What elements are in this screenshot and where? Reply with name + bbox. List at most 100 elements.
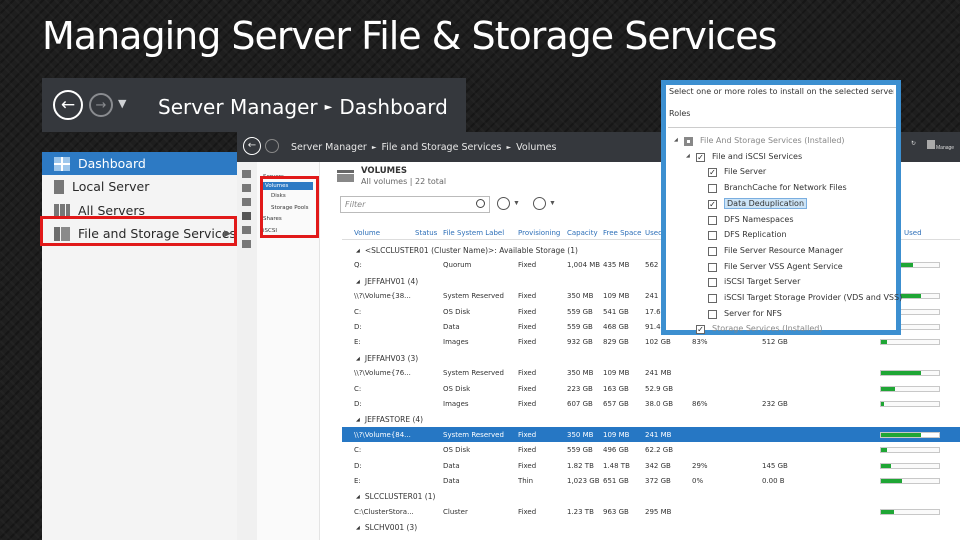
highlight-file-storage [40, 216, 237, 246]
manage-menu[interactable]: Manage [936, 145, 954, 151]
group-options-icon[interactable] [533, 197, 546, 210]
role-item[interactable]: iSCSI Target Server [668, 275, 896, 290]
breadcrumb-item[interactable]: Volumes [516, 142, 556, 153]
table-row[interactable]: \\?\Volume{84... System Reserved Fixed 350 … [342, 426, 960, 442]
role-item[interactable]: DFS Replication [668, 228, 896, 243]
usage-bar [880, 431, 940, 438]
role-item[interactable]: Server for NFS [668, 307, 896, 322]
breadcrumb-separator-icon: ► [506, 144, 512, 151]
role-label: File and iSCSI Services [712, 151, 803, 161]
role-checkbox[interactable] [708, 246, 717, 256]
usage-bar-fill [881, 479, 902, 483]
role-checkbox[interactable] [708, 215, 717, 225]
table-row[interactable]: C: OS Disk Fixed 223 GB 163 GB 52.9 GB [342, 381, 960, 396]
filter-options-icon[interactable] [497, 197, 510, 210]
cell-used: 241 MB [645, 430, 672, 439]
servers-icon[interactable] [242, 198, 251, 206]
nav-item-dashboard[interactable]: Dashboard [42, 152, 237, 175]
role-item[interactable]: ◢ File And Storage Services (Installed) [668, 134, 896, 149]
table-group-header[interactable]: SLCCLUSTER01 (1) [342, 488, 960, 503]
dashboard-icon[interactable] [242, 170, 251, 178]
cell-free: 109 MB [603, 430, 630, 439]
cell-free: 829 GB [603, 338, 629, 347]
cell-capacity: 350 MB [567, 369, 594, 378]
column-header[interactable]: File System Label [443, 229, 504, 237]
role-checkbox[interactable] [708, 231, 717, 241]
breadcrumb-item[interactable]: Dashboard [339, 95, 448, 119]
role-checkbox[interactable]: ✓ [708, 199, 717, 209]
role-icon[interactable] [242, 226, 251, 234]
role-checkbox[interactable] [684, 137, 693, 146]
expand-icon[interactable]: ◢ [674, 137, 678, 143]
cell-free: 963 GB [603, 507, 629, 516]
role-checkbox[interactable]: ✓ [696, 152, 705, 162]
cell-prov: Fixed [518, 507, 537, 516]
search-icon[interactable] [476, 199, 485, 208]
role-checkbox[interactable] [708, 262, 717, 272]
role-checkbox[interactable]: ✓ [708, 168, 717, 178]
column-header[interactable]: Free Space [603, 229, 641, 237]
server-icon[interactable] [242, 184, 251, 192]
chevron-down-icon[interactable]: ▼ [549, 200, 556, 207]
forward-arrow-icon[interactable] [265, 139, 279, 153]
table-row[interactable]: D: Images Fixed 607 GB 657 GB 38.0 GB 86% 232 G… [342, 396, 960, 411]
refresh-icon[interactable]: ↻ [911, 140, 916, 147]
cell-free: 468 GB [603, 323, 629, 331]
role-checkbox[interactable] [708, 309, 717, 319]
column-header[interactable]: Status [415, 229, 437, 237]
cell-used: 17.6 [645, 307, 661, 316]
cell-volume: D: [354, 400, 362, 408]
table-group-header[interactable]: JEFFAHV03 (3) [342, 350, 960, 365]
history-dropdown-icon[interactable]: ▼ [118, 97, 126, 110]
back-arrow-icon[interactable]: ← [53, 90, 83, 120]
nav-item-local-server[interactable]: Local Server [42, 175, 237, 198]
file-storage-icon[interactable] [242, 212, 251, 220]
role-checkbox[interactable] [708, 294, 717, 303]
column-header[interactable]: Provisioning [518, 229, 560, 237]
cell-free: 109 MB [603, 292, 630, 301]
chevron-down-icon[interactable]: ▼ [513, 200, 520, 207]
column-header[interactable]: Used [645, 229, 663, 237]
column-header[interactable]: Used [904, 229, 922, 237]
breadcrumb-item[interactable]: Server Manager [291, 142, 367, 153]
table-group-header[interactable]: JEFFASTORE (4) [342, 411, 960, 426]
role-item[interactable]: ✓ Storage Services (Installed) [668, 322, 896, 337]
column-header[interactable]: Volume [354, 229, 380, 237]
role-item[interactable]: ◢ ✓ File and iSCSI Services [668, 150, 896, 165]
role-item[interactable]: iSCSI Target Storage Provider (VDS and V… [668, 291, 902, 306]
table-row[interactable]: D: Data Fixed 1.82 TB 1.48 TB 342 GB 29% 145 GB [342, 458, 960, 473]
breadcrumb-item[interactable]: Server Manager [158, 95, 318, 119]
group-label: JEFFASTORE (4) [356, 415, 423, 424]
table-row[interactable]: E: Data Thin 1,023 GB 651 GB 372 GB 0% 0.00 B [342, 473, 960, 488]
cell-label: Quorum [443, 261, 472, 270]
role-item[interactable]: File Server VSS Agent Service [668, 260, 896, 275]
cell-used: 295 MB [645, 507, 672, 516]
notifications-icon[interactable] [927, 140, 935, 149]
table-row[interactable]: \\?\Volume{76... System Reserved Fixed 350 … [342, 365, 960, 380]
cell-label: Data [443, 477, 460, 485]
breadcrumb-item[interactable]: File and Storage Services [381, 142, 501, 153]
expand-icon[interactable]: ◢ [686, 153, 690, 159]
forward-arrow-icon[interactable]: → [89, 93, 113, 117]
usage-bar [880, 339, 940, 346]
column-header[interactable]: Capacity [567, 229, 598, 237]
role-checkbox[interactable] [708, 184, 717, 194]
back-arrow-icon[interactable]: ← [243, 137, 261, 155]
role-item[interactable]: ✓ Data Deduplication [668, 197, 896, 212]
role-label: Storage Services (Installed) [712, 324, 823, 334]
role-item[interactable]: BranchCache for Network Files [668, 181, 896, 196]
role-icon[interactable] [242, 240, 251, 248]
group-label: <SLCCLUSTER01 (Cluster Name)>: Available… [356, 246, 578, 255]
role-label: DFS Replication [724, 230, 787, 240]
role-item[interactable]: File Server Resource Manager [668, 244, 896, 259]
table-row[interactable]: C: OS Disk Fixed 559 GB 496 GB 62.2 GB [342, 442, 960, 457]
cell-capacity: 932 GB [567, 338, 593, 347]
filter-input[interactable]: Filter [340, 196, 490, 213]
role-item[interactable]: ✓ File Server [668, 165, 896, 180]
role-checkbox[interactable] [708, 278, 717, 288]
table-row[interactable]: C:\ClusterStora... Cluster Fixed 1.23 TB 963… [342, 504, 960, 519]
role-item[interactable]: DFS Namespaces [668, 213, 896, 228]
role-label: File And Storage Services (Installed) [700, 136, 845, 145]
role-checkbox[interactable]: ✓ [696, 325, 705, 335]
table-group-header[interactable]: SLCHV001 (3) [342, 519, 960, 534]
